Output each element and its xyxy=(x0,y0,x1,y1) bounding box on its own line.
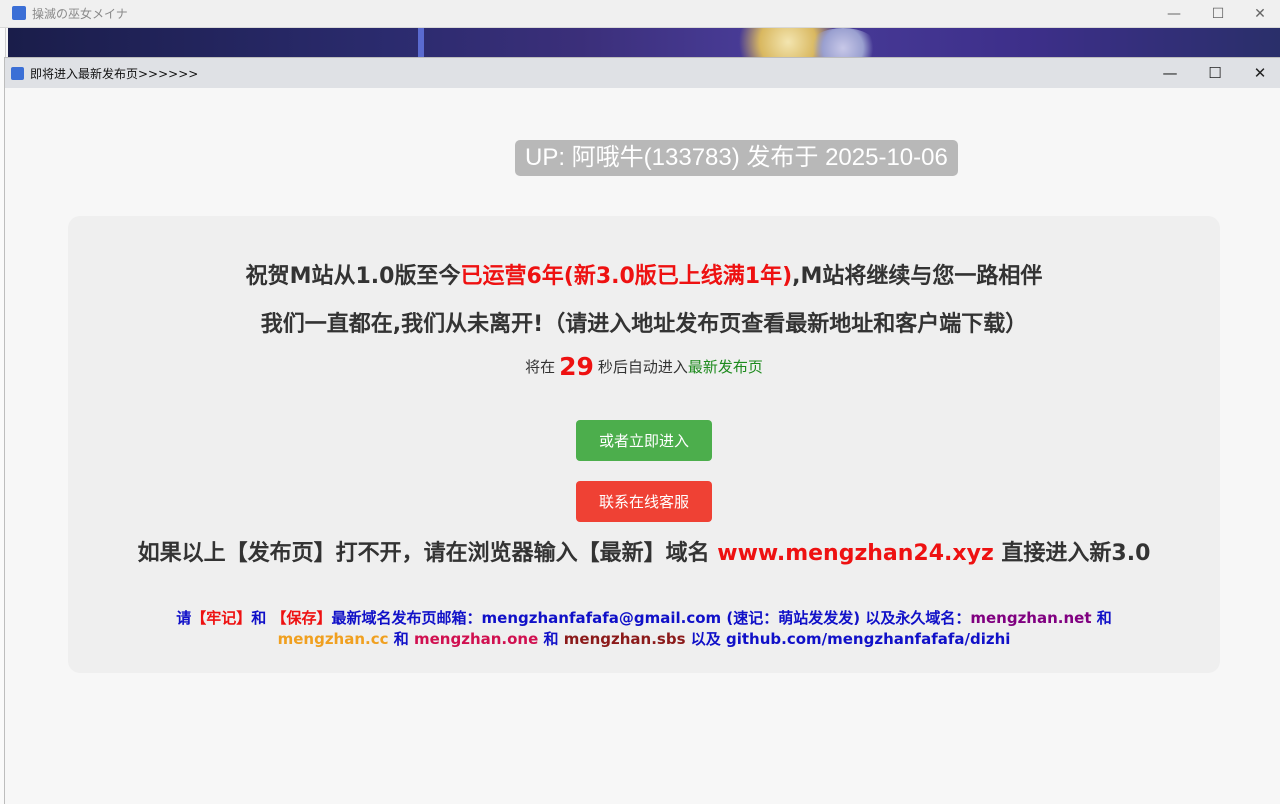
dialog-minimize-button[interactable]: — xyxy=(1147,58,1193,88)
mail-notice: 请【牢记】和 【保存】最新域名发布页邮箱：mengzhanfafafa@gmai… xyxy=(128,608,1160,650)
background-window-titlebar: 操滅の巫女メイナ — ☐ ✕ xyxy=(0,0,1280,28)
headline-congrats-part3: ,M站将继续与您一路相伴 xyxy=(792,264,1043,289)
mail-notice-p2: 最新域名发布页邮箱：mengzhanfafafa@gmail.com (速记：萌… xyxy=(331,609,971,627)
domain-one-link[interactable]: mengzhan.one xyxy=(414,630,538,648)
background-banner-image xyxy=(8,28,1280,58)
domain-sbs-link[interactable]: mengzhan.sbs xyxy=(564,630,686,648)
uploader-badge: UP: 阿哦牛(133783) 发布于 2025-10-06 xyxy=(515,140,958,176)
countdown-seconds: 29 xyxy=(559,352,594,381)
app-icon xyxy=(12,6,26,20)
mail-notice-p1: 请 xyxy=(176,609,192,627)
dialog-close-button[interactable]: ✕ xyxy=(1237,58,1280,88)
dialog-title: 即将进入最新发布页>>>>>> xyxy=(30,67,199,81)
announcement-panel: 祝贺M站从1.0版至今已运营6年(新3.0版已上线满1年),M站将继续与您一路相… xyxy=(68,216,1220,673)
domain-notice-prefix: 如果以上【发布页】打不开，请在浏览器输入【最新】域名 xyxy=(137,541,710,566)
save-tag: 【保存】 xyxy=(271,609,332,627)
dialog-maximize-button[interactable]: ☐ xyxy=(1192,58,1238,88)
background-window-title: 操滅の巫女メイナ xyxy=(32,7,128,21)
headline-congrats-highlight: 已运营6年(新3.0版已上线满1年) xyxy=(460,264,793,289)
mail-notice-and1: 和 xyxy=(251,609,267,627)
maximize-button[interactable]: ☐ xyxy=(1196,0,1240,28)
mail-notice-p3: 以及 github.com/mengzhanfafafa/dizhi xyxy=(690,630,1011,648)
countdown-prefix: 将在 xyxy=(525,358,556,376)
mail-notice-and4: 和 xyxy=(543,630,559,648)
redirect-dialog: 即将进入最新发布页>>>>>> — ☐ ✕ UP: 阿哦牛(133783) 发布… xyxy=(4,57,1280,804)
headline-congrats-part1: 祝贺M站从1.0版至今 xyxy=(245,264,461,289)
domain-notice: 如果以上【发布页】打不开，请在浏览器输入【最新】域名 www.mengzhan2… xyxy=(128,540,1160,568)
domain-notice-suffix: 直接进入新3.0 xyxy=(1001,541,1151,566)
countdown-line: 将在 29 秒后自动进入最新发布页 xyxy=(68,352,1220,381)
enter-now-button[interactable]: 或者立即进入 xyxy=(576,420,712,461)
mail-notice-and3: 和 xyxy=(393,630,409,648)
minimize-button[interactable]: — xyxy=(1152,0,1196,28)
headline-still-here: 我们一直都在,我们从未离开!（请进入地址发布页查看最新地址和客户端下载） xyxy=(260,312,1028,337)
dialog-titlebar: 即将进入最新发布页>>>>>> — ☐ ✕ xyxy=(5,58,1280,88)
close-button[interactable]: ✕ xyxy=(1238,0,1280,28)
domain-net-link[interactable]: mengzhan.net xyxy=(970,609,1091,627)
domain-cc-link[interactable]: mengzhan.cc xyxy=(278,630,389,648)
headline-congrats: 祝贺M站从1.0版至今已运营6年(新3.0版已上线满1年),M站将继续与您一路相… xyxy=(68,258,1220,290)
countdown-suffix: 秒后自动进入 xyxy=(597,358,688,376)
mail-notice-and2: 和 xyxy=(1096,609,1112,627)
latest-domain-link[interactable]: www.mengzhan24.xyz xyxy=(717,541,993,566)
contact-service-button[interactable]: 联系在线客服 xyxy=(576,481,712,522)
dialog-app-icon xyxy=(11,67,24,80)
remember-tag: 【牢记】 xyxy=(191,609,252,627)
release-page-link[interactable]: 最新发布页 xyxy=(688,358,763,376)
